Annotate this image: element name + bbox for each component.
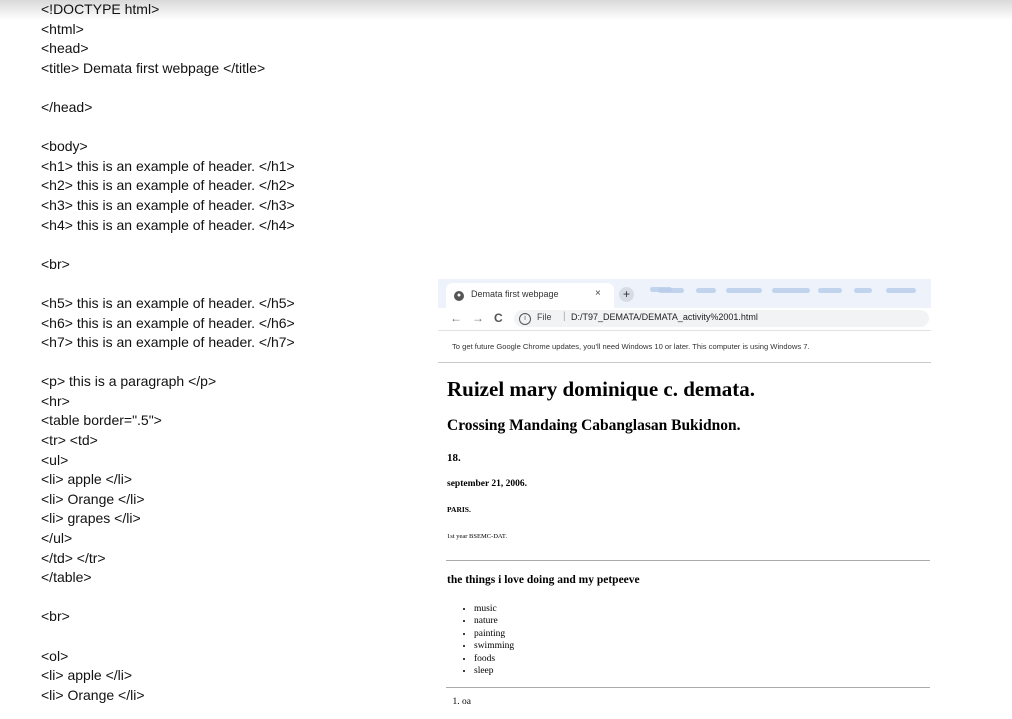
code-line: <h7> this is an example of header. </h7> [41,334,295,351]
url-text[interactable]: D:/T97_DEMATA/DEMATA_activity%2001.html [571,312,758,322]
blurred-ribbon-item [772,288,810,293]
info-icon[interactable]: i [519,313,531,325]
blurred-ribbon-item [726,288,762,293]
code-line: <li> Orange </li> [41,490,145,507]
close-icon[interactable]: × [595,288,601,299]
file-label: File [537,312,552,322]
heading-6: 1st year BSEMC-DAT. [447,533,508,540]
code-line: <body> [41,138,88,155]
code-line: <h4> this is an example of header. </h4> [41,216,295,233]
blurred-ribbon-item [658,288,684,293]
back-arrow-icon[interactable]: ← [450,311,462,325]
code-line: <hr> [41,392,70,409]
code-line: <li> grapes </li> [41,510,141,527]
globe-icon: ● [454,291,464,301]
code-line: <h5> this is an example of header. </h5> [41,294,295,311]
update-infobar: To get future Google Chrome updates, you… [438,331,931,363]
code-line: <br> [41,608,70,625]
code-line: <tr> <td> [41,432,98,449]
heading-2: Crossing Mandaing Cabanglasan Bukidnon. [447,417,741,434]
reload-icon[interactable]: C [494,311,503,325]
address-bar[interactable]: i File | D:/T97_DEMATA/DEMATA_activity%2… [514,310,929,327]
code-line: <!DOCTYPE html> [41,1,160,17]
blurred-ribbon-item [886,288,916,293]
code-line: <html> [41,20,84,37]
blurred-ribbon-item [696,288,716,293]
heading-4: september 21, 2006. [447,479,528,489]
code-line: </table> [41,569,92,586]
heading-3: 18. [447,452,461,464]
plus-icon[interactable]: + [619,287,634,302]
code-line: <li> apple </li> [41,471,133,488]
forward-arrow-icon[interactable]: → [472,311,484,325]
horizontal-rule [446,560,930,561]
section-heading: the things i love doing and my petpeeve [447,574,640,586]
infobar-text: To get future Google Chrome updates, you… [452,342,810,351]
unordered-list: music nature painting swimming foods sle… [462,603,514,677]
heading-5: PARIS. [447,505,471,514]
code-line: <ul> [41,451,69,468]
code-line: <ol> [41,647,69,664]
list-item: foods [474,653,514,665]
list-item: sleep [474,665,514,677]
list-item: swimming [474,640,514,652]
ordered-list: oa [452,697,471,707]
blurred-ribbon-item [818,288,842,293]
browser-tab[interactable]: ● Demata first webpage × [446,283,614,308]
code-line: </td> </tr> [41,549,106,566]
separator: | [563,311,566,322]
code-line: </ul> [41,530,73,547]
code-line: <table border=".5"> [41,412,162,429]
browser-screenshot: ● Demata first webpage × + ← → C i File … [438,279,931,719]
code-line: <h3> this is an example of header. </h3> [41,196,295,213]
code-listing: <!DOCTYPE html> <html> <head> <title> Demat… [41,0,295,705]
list-item: painting [474,628,514,640]
blurred-ribbon-item [854,288,872,293]
code-line: </head> [41,98,93,115]
code-line: <li> apple </li> [41,667,133,684]
horizontal-rule [446,687,930,688]
code-line: <br> [41,255,70,272]
code-line: <head> [41,40,89,57]
list-item: oa [462,697,471,707]
code-line: <h2> this is an example of header. </h2> [41,177,295,194]
code-line: <li> Orange </li> [41,686,145,703]
tab-title: Demata first webpage [471,289,559,299]
list-item: nature [474,615,514,627]
code-line: <p> this is a paragraph </p> [41,373,217,390]
heading-1: Ruizel mary dominique c. demata. [447,377,755,401]
code-line: <h1> this is an example of header. </h1> [41,157,295,174]
rendered-page: Ruizel mary dominique c. demata. Crossin… [438,363,931,719]
nav-bar: ← → C i File | D:/T97_DEMATA/DEMATA_acti… [438,308,931,331]
list-item: music [474,603,514,615]
tab-bar: ● Demata first webpage × + [438,279,931,308]
code-line: <h6> this is an example of header. </h6> [41,314,295,331]
code-line: <title> Demata first webpage </title> [41,59,266,76]
